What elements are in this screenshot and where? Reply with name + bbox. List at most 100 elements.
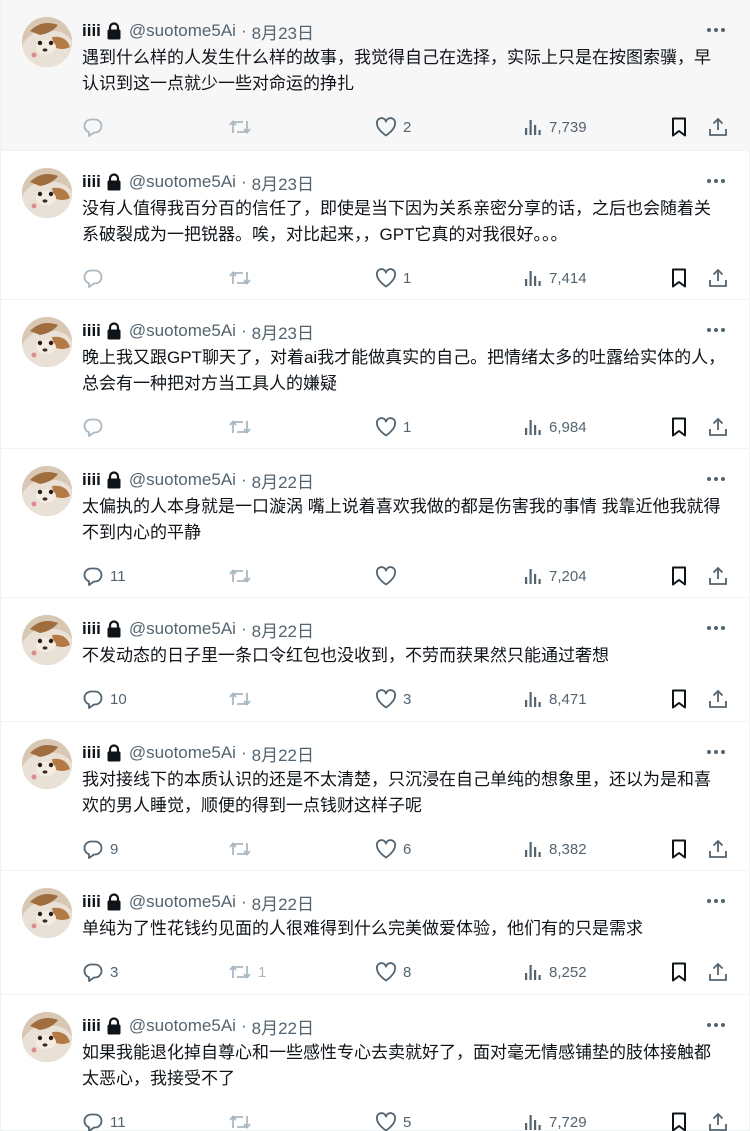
display-name[interactable]: iiii — [82, 892, 101, 912]
display-name[interactable]: iiii — [82, 21, 101, 41]
reply-button[interactable]: 11 — [82, 1108, 126, 1131]
more-icon[interactable] — [705, 742, 727, 762]
retweet-button[interactable] — [228, 562, 258, 590]
display-name[interactable]: iiii — [82, 321, 101, 341]
user-handle[interactable]: @suotome5Ai — [129, 743, 236, 763]
share-button[interactable] — [707, 958, 729, 986]
tweet[interactable]: iiii @suotome5Ai · 8月22日 如果我能退化掉自尊心和一些感性专心去卖… — [1, 995, 750, 1131]
share-button[interactable] — [707, 413, 729, 441]
tweet[interactable]: iiii @suotome5Ai · 8月23日 没有人值得我百分百的信任了，即使是当下… — [1, 151, 750, 300]
like-button[interactable]: 5 — [375, 1108, 411, 1131]
tweet-date[interactable]: 8月22日 — [252, 617, 314, 642]
bookmark-button[interactable] — [670, 835, 688, 863]
reply-button[interactable]: 3 — [82, 958, 118, 986]
retweet-button[interactable] — [228, 685, 258, 713]
bookmark-button[interactable] — [670, 1108, 688, 1131]
user-handle[interactable]: @suotome5Ai — [129, 172, 236, 192]
retweet-button[interactable] — [228, 835, 258, 863]
user-handle[interactable]: @suotome5Ai — [129, 1016, 236, 1036]
avatar[interactable] — [22, 168, 72, 218]
share-button[interactable] — [707, 562, 729, 590]
bookmark-button[interactable] — [670, 958, 688, 986]
tweet-date[interactable]: 8月23日 — [252, 19, 314, 44]
reply-button[interactable] — [82, 264, 110, 292]
views-button[interactable]: 7,204 — [523, 562, 587, 590]
avatar[interactable] — [22, 1012, 72, 1062]
share-button[interactable] — [707, 685, 729, 713]
share-button[interactable] — [707, 113, 729, 141]
tweet-date[interactable]: 8月22日 — [252, 468, 314, 493]
tweet-date[interactable]: 8月23日 — [252, 319, 314, 344]
tweet-date[interactable]: 8月23日 — [252, 170, 314, 195]
bookmark-button[interactable] — [670, 562, 688, 590]
more-icon[interactable] — [705, 469, 727, 489]
avatar[interactable] — [22, 888, 72, 938]
avatar[interactable] — [22, 615, 72, 665]
retweet-icon — [228, 565, 252, 587]
bookmark-icon — [670, 565, 688, 587]
avatar[interactable] — [22, 739, 72, 789]
tweet[interactable]: iiii @suotome5Ai · 8月22日 我对接线下的本质认识的还是不太清楚，只… — [1, 722, 750, 871]
reply-button[interactable] — [82, 113, 110, 141]
display-name[interactable]: iiii — [82, 743, 101, 763]
views-button[interactable]: 6,984 — [523, 413, 587, 441]
like-button[interactable]: 3 — [375, 685, 411, 713]
display-name[interactable]: iiii — [82, 470, 101, 490]
more-icon[interactable] — [705, 1015, 727, 1035]
share-button[interactable] — [707, 1108, 729, 1131]
tweet-date[interactable]: 8月22日 — [252, 890, 314, 915]
reply-button[interactable]: 11 — [82, 562, 126, 590]
retweet-button[interactable]: 1 — [228, 958, 266, 986]
share-button[interactable] — [707, 264, 729, 292]
tweet[interactable]: iiii @suotome5Ai · 8月23日 遇到什么样的人发生什么样的故事，我觉得… — [1, 0, 750, 151]
like-button[interactable]: 6 — [375, 835, 411, 863]
display-name[interactable]: iiii — [82, 172, 101, 192]
display-name[interactable]: iiii — [82, 1016, 101, 1036]
bookmark-button[interactable] — [670, 264, 688, 292]
tweet-date[interactable]: 8月22日 — [252, 741, 314, 766]
user-handle[interactable]: @suotome5Ai — [129, 470, 236, 490]
more-icon[interactable] — [705, 171, 727, 191]
bookmark-icon — [670, 116, 688, 138]
like-button[interactable] — [375, 562, 403, 590]
avatar[interactable] — [22, 466, 72, 516]
user-handle[interactable]: @suotome5Ai — [129, 892, 236, 912]
more-icon[interactable] — [705, 618, 727, 638]
views-count: 8,471 — [549, 690, 587, 708]
like-button[interactable]: 1 — [375, 413, 411, 441]
reply-button[interactable]: 9 — [82, 835, 118, 863]
tweet[interactable]: iiii @suotome5Ai · 8月22日 单纯为了性花钱约见面的人很难得到什么完… — [1, 871, 750, 995]
tweet[interactable]: iiii @suotome5Ai · 8月23日 晚上我又跟GPT聊天了，对着ai我才能… — [1, 300, 750, 449]
views-button[interactable]: 8,252 — [523, 958, 587, 986]
retweet-button[interactable] — [228, 413, 258, 441]
reply-button[interactable] — [82, 413, 110, 441]
retweet-button[interactable] — [228, 1108, 258, 1131]
more-icon[interactable] — [705, 891, 727, 911]
views-button[interactable]: 7,739 — [523, 113, 587, 141]
more-icon[interactable] — [705, 20, 727, 40]
like-button[interactable]: 2 — [375, 113, 411, 141]
views-button[interactable]: 8,471 — [523, 685, 587, 713]
user-handle[interactable]: @suotome5Ai — [129, 21, 236, 41]
tweet-date[interactable]: 8月22日 — [252, 1014, 314, 1039]
bookmark-button[interactable] — [670, 685, 688, 713]
like-button[interactable]: 1 — [375, 264, 411, 292]
share-button[interactable] — [707, 835, 729, 863]
avatar[interactable] — [22, 317, 72, 367]
views-button[interactable]: 7,729 — [523, 1108, 587, 1131]
tweet[interactable]: iiii @suotome5Ai · 8月22日 不发动态的日子里一条口令红包也没收到，… — [1, 598, 750, 722]
more-icon[interactable] — [705, 320, 727, 340]
views-button[interactable]: 8,382 — [523, 835, 587, 863]
retweet-button[interactable] — [228, 264, 258, 292]
retweet-button[interactable] — [228, 113, 258, 141]
bookmark-button[interactable] — [670, 113, 688, 141]
user-handle[interactable]: @suotome5Ai — [129, 321, 236, 341]
like-button[interactable]: 8 — [375, 958, 411, 986]
display-name[interactable]: iiii — [82, 619, 101, 639]
reply-button[interactable]: 10 — [82, 685, 127, 713]
avatar[interactable] — [22, 17, 72, 67]
user-handle[interactable]: @suotome5Ai — [129, 619, 236, 639]
bookmark-button[interactable] — [670, 413, 688, 441]
views-button[interactable]: 7,414 — [523, 264, 587, 292]
tweet[interactable]: iiii @suotome5Ai · 8月22日 太偏执的人本身就是一口漩涡 嘴上说着喜… — [1, 449, 750, 598]
